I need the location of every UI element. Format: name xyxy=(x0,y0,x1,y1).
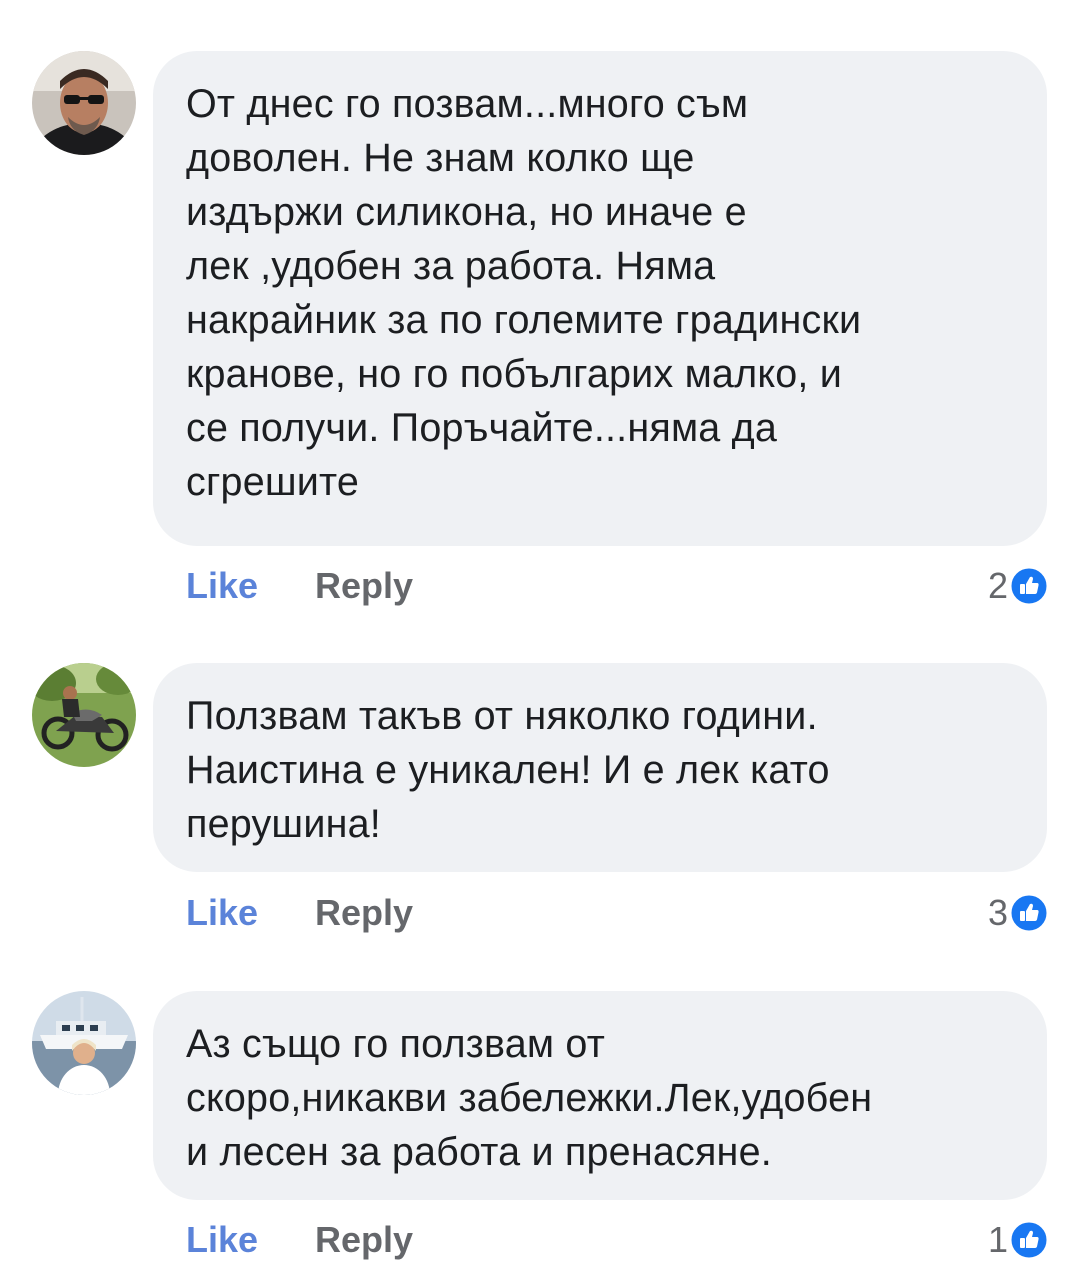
reaction-count: 3 xyxy=(987,892,1008,933)
comment-text: Аз също го ползвам от скоро,никакви забе… xyxy=(186,1022,873,1174)
comment-bubble: Ползвам такъв от няколко години. Наистин… xyxy=(153,663,1047,872)
thumbs-up-icon xyxy=(1010,567,1048,605)
comment-text: Ползвам такъв от няколко години. Наистин… xyxy=(186,694,830,846)
comment-actions: Like Reply 1 xyxy=(186,1215,1048,1265)
comment-bubble: От днес го позвам...много съм доволен. Н… xyxy=(153,51,1047,546)
avatar-man-sunglasses-icon xyxy=(32,51,136,155)
reaction-count: 1 xyxy=(987,1219,1008,1260)
reply-button[interactable]: Reply xyxy=(315,1215,413,1265)
avatar-woman-yacht-icon xyxy=(32,991,136,1095)
commenter-avatar[interactable] xyxy=(32,51,136,155)
reaction-summary[interactable]: 2 xyxy=(988,561,1048,611)
reply-button[interactable]: Reply xyxy=(315,561,413,611)
like-button[interactable]: Like xyxy=(186,1215,258,1265)
reaction-summary[interactable]: 1 xyxy=(988,1215,1048,1265)
comment-bubble: Аз също го ползвам от скоро,никакви забе… xyxy=(153,991,1047,1200)
reply-button[interactable]: Reply xyxy=(315,888,413,938)
avatar-motorcycle-icon xyxy=(32,663,136,767)
reaction-summary[interactable]: 3 xyxy=(988,888,1048,938)
commenter-avatar[interactable] xyxy=(32,663,136,767)
comment-text: От днес го позвам...много съм доволен. Н… xyxy=(186,82,862,504)
thumbs-up-icon xyxy=(1010,1221,1048,1259)
comment-actions: Like Reply 3 xyxy=(186,888,1048,938)
commenter-avatar[interactable] xyxy=(32,991,136,1095)
like-button[interactable]: Like xyxy=(186,561,258,611)
reaction-count: 2 xyxy=(987,565,1008,606)
comment-actions: Like Reply 2 xyxy=(186,561,1048,611)
like-button[interactable]: Like xyxy=(186,888,258,938)
thumbs-up-icon xyxy=(1010,894,1048,932)
